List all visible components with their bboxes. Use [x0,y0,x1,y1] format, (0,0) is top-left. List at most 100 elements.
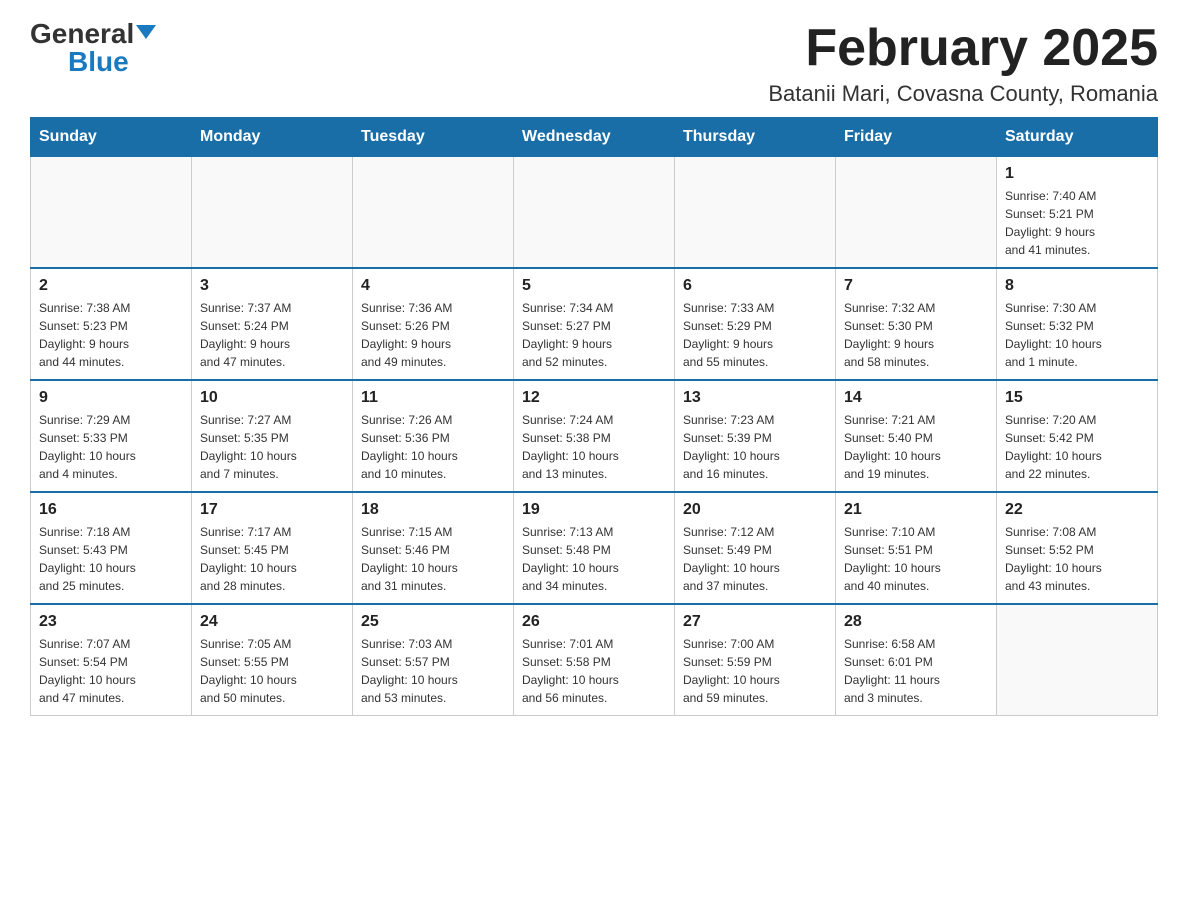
calendar-day-cell: 5 Sunrise: 7:34 AM Sunset: 5:27 PM Daylig… [514,268,675,380]
day-info: Sunrise: 7:01 AM Sunset: 5:58 PM Dayligh… [522,635,666,707]
day-info: Sunrise: 7:36 AM Sunset: 5:26 PM Dayligh… [361,299,505,371]
calendar-day-cell: 19Sunrise: 7:13 AM Sunset: 5:48 PM Dayli… [514,492,675,604]
day-info: Sunrise: 7:32 AM Sunset: 5:30 PM Dayligh… [844,299,988,371]
calendar-day-cell: 18Sunrise: 7:15 AM Sunset: 5:46 PM Dayli… [353,492,514,604]
calendar-day-cell: 9 Sunrise: 7:29 AM Sunset: 5:33 PM Daylig… [31,380,192,492]
calendar-day-cell [675,157,836,269]
day-number: 13 [683,389,827,407]
day-info: Sunrise: 7:33 AM Sunset: 5:29 PM Dayligh… [683,299,827,371]
calendar-day-cell: 13 Sunrise: 7:23 AM Sunset: 5:39 PM Dayli… [675,380,836,492]
calendar-day-cell: 27 Sunrise: 7:00 AM Sunset: 5:59 PM Dayli… [675,604,836,716]
weekday-header: Monday [192,118,353,157]
calendar-day-cell: 1 Sunrise: 7:40 AM Sunset: 5:21 PM Daylig… [997,157,1158,269]
day-info: Sunrise: 7:05 AM Sunset: 5:55 PM Dayligh… [200,635,344,707]
calendar-day-cell [997,604,1158,716]
calendar-day-cell: 17 Sunrise: 7:17 AM Sunset: 5:45 PM Dayli… [192,492,353,604]
location-title: Batanii Mari, Covasna County, Romania [768,81,1158,107]
calendar-day-cell: 22 Sunrise: 7:08 AM Sunset: 5:52 PM Dayli… [997,492,1158,604]
calendar-day-cell: 10 Sunrise: 7:27 AM Sunset: 5:35 PM Dayli… [192,380,353,492]
day-number: 15 [1005,389,1149,407]
title-section: February 2025 Batanii Mari, Covasna Coun… [768,20,1158,107]
day-number: 21 [844,501,988,519]
day-number: 4 [361,277,505,295]
weekday-header: Thursday [675,118,836,157]
calendar-day-cell: 8 Sunrise: 7:30 AM Sunset: 5:32 PM Daylig… [997,268,1158,380]
day-info: Sunrise: 7:10 AM Sunset: 5:51 PM Dayligh… [844,523,988,595]
day-number: 3 [200,277,344,295]
calendar-day-cell: 24 Sunrise: 7:05 AM Sunset: 5:55 PM Dayli… [192,604,353,716]
day-number: 26 [522,613,666,631]
day-number: 23 [39,613,183,631]
day-number: 25 [361,613,505,631]
day-info: Sunrise: 7:15 AM Sunset: 5:46 PM Dayligh… [361,523,505,595]
calendar-day-cell [353,157,514,269]
day-number: 1 [1005,165,1149,183]
day-number: 11 [361,389,505,407]
day-number: 10 [200,389,344,407]
day-info: Sunrise: 7:37 AM Sunset: 5:24 PM Dayligh… [200,299,344,371]
weekday-header: Saturday [997,118,1158,157]
day-info: Sunrise: 7:08 AM Sunset: 5:52 PM Dayligh… [1005,523,1149,595]
day-info: Sunrise: 6:58 AM Sunset: 6:01 PM Dayligh… [844,635,988,707]
day-info: Sunrise: 7:40 AM Sunset: 5:21 PM Dayligh… [1005,187,1149,259]
day-info: Sunrise: 7:38 AM Sunset: 5:23 PM Dayligh… [39,299,183,371]
day-number: 17 [200,501,344,519]
day-number: 22 [1005,501,1149,519]
weekday-header: Wednesday [514,118,675,157]
day-info: Sunrise: 7:24 AM Sunset: 5:38 PM Dayligh… [522,411,666,483]
calendar-day-cell: 2 Sunrise: 7:38 AM Sunset: 5:23 PM Daylig… [31,268,192,380]
day-info: Sunrise: 7:26 AM Sunset: 5:36 PM Dayligh… [361,411,505,483]
calendar-week-row: 1 Sunrise: 7:40 AM Sunset: 5:21 PM Daylig… [31,157,1158,269]
day-info: Sunrise: 7:27 AM Sunset: 5:35 PM Dayligh… [200,411,344,483]
day-info: Sunrise: 7:18 AM Sunset: 5:43 PM Dayligh… [39,523,183,595]
calendar-day-cell: 20 Sunrise: 7:12 AM Sunset: 5:49 PM Dayli… [675,492,836,604]
weekday-header: Tuesday [353,118,514,157]
day-info: Sunrise: 7:30 AM Sunset: 5:32 PM Dayligh… [1005,299,1149,371]
day-info: Sunrise: 7:13 AM Sunset: 5:48 PM Dayligh… [522,523,666,595]
day-number: 24 [200,613,344,631]
calendar-day-cell: 25 Sunrise: 7:03 AM Sunset: 5:57 PM Dayli… [353,604,514,716]
day-info: Sunrise: 7:29 AM Sunset: 5:33 PM Dayligh… [39,411,183,483]
calendar-week-row: 2 Sunrise: 7:38 AM Sunset: 5:23 PM Daylig… [31,268,1158,380]
calendar-week-row: 16 Sunrise: 7:18 AM Sunset: 5:43 PM Dayli… [31,492,1158,604]
day-info: Sunrise: 7:20 AM Sunset: 5:42 PM Dayligh… [1005,411,1149,483]
calendar-day-cell: 16 Sunrise: 7:18 AM Sunset: 5:43 PM Dayli… [31,492,192,604]
day-info: Sunrise: 7:17 AM Sunset: 5:45 PM Dayligh… [200,523,344,595]
day-number: 16 [39,501,183,519]
month-title: February 2025 [768,20,1158,77]
calendar-table: SundayMondayTuesdayWednesdayThursdayFrid… [30,117,1158,716]
calendar-day-cell: 14Sunrise: 7:21 AM Sunset: 5:40 PM Dayli… [836,380,997,492]
calendar-day-cell: 23Sunrise: 7:07 AM Sunset: 5:54 PM Dayli… [31,604,192,716]
calendar-day-cell [836,157,997,269]
day-info: Sunrise: 7:00 AM Sunset: 5:59 PM Dayligh… [683,635,827,707]
calendar-day-cell: 26 Sunrise: 7:01 AM Sunset: 5:58 PM Dayli… [514,604,675,716]
calendar-day-cell [31,157,192,269]
logo-general-text: General [30,20,134,48]
day-info: Sunrise: 7:34 AM Sunset: 5:27 PM Dayligh… [522,299,666,371]
day-number: 2 [39,277,183,295]
day-number: 5 [522,277,666,295]
day-info: Sunrise: 7:12 AM Sunset: 5:49 PM Dayligh… [683,523,827,595]
calendar-day-cell: 11 Sunrise: 7:26 AM Sunset: 5:36 PM Dayli… [353,380,514,492]
day-number: 9 [39,389,183,407]
calendar-week-row: 9 Sunrise: 7:29 AM Sunset: 5:33 PM Daylig… [31,380,1158,492]
calendar-header-row: SundayMondayTuesdayWednesdayThursdayFrid… [31,118,1158,157]
weekday-header: Friday [836,118,997,157]
day-number: 7 [844,277,988,295]
logo: General Blue [30,20,156,76]
calendar-day-cell [192,157,353,269]
day-number: 27 [683,613,827,631]
day-number: 8 [1005,277,1149,295]
day-info: Sunrise: 7:23 AM Sunset: 5:39 PM Dayligh… [683,411,827,483]
calendar-day-cell: 15 Sunrise: 7:20 AM Sunset: 5:42 PM Dayli… [997,380,1158,492]
calendar-day-cell: 28Sunrise: 6:58 AM Sunset: 6:01 PM Dayli… [836,604,997,716]
day-number: 6 [683,277,827,295]
calendar-day-cell [514,157,675,269]
weekday-header: Sunday [31,118,192,157]
logo-blue-text: Blue [68,48,129,76]
day-number: 12 [522,389,666,407]
day-info: Sunrise: 7:03 AM Sunset: 5:57 PM Dayligh… [361,635,505,707]
calendar-day-cell: 6 Sunrise: 7:33 AM Sunset: 5:29 PM Daylig… [675,268,836,380]
day-number: 20 [683,501,827,519]
day-info: Sunrise: 7:21 AM Sunset: 5:40 PM Dayligh… [844,411,988,483]
